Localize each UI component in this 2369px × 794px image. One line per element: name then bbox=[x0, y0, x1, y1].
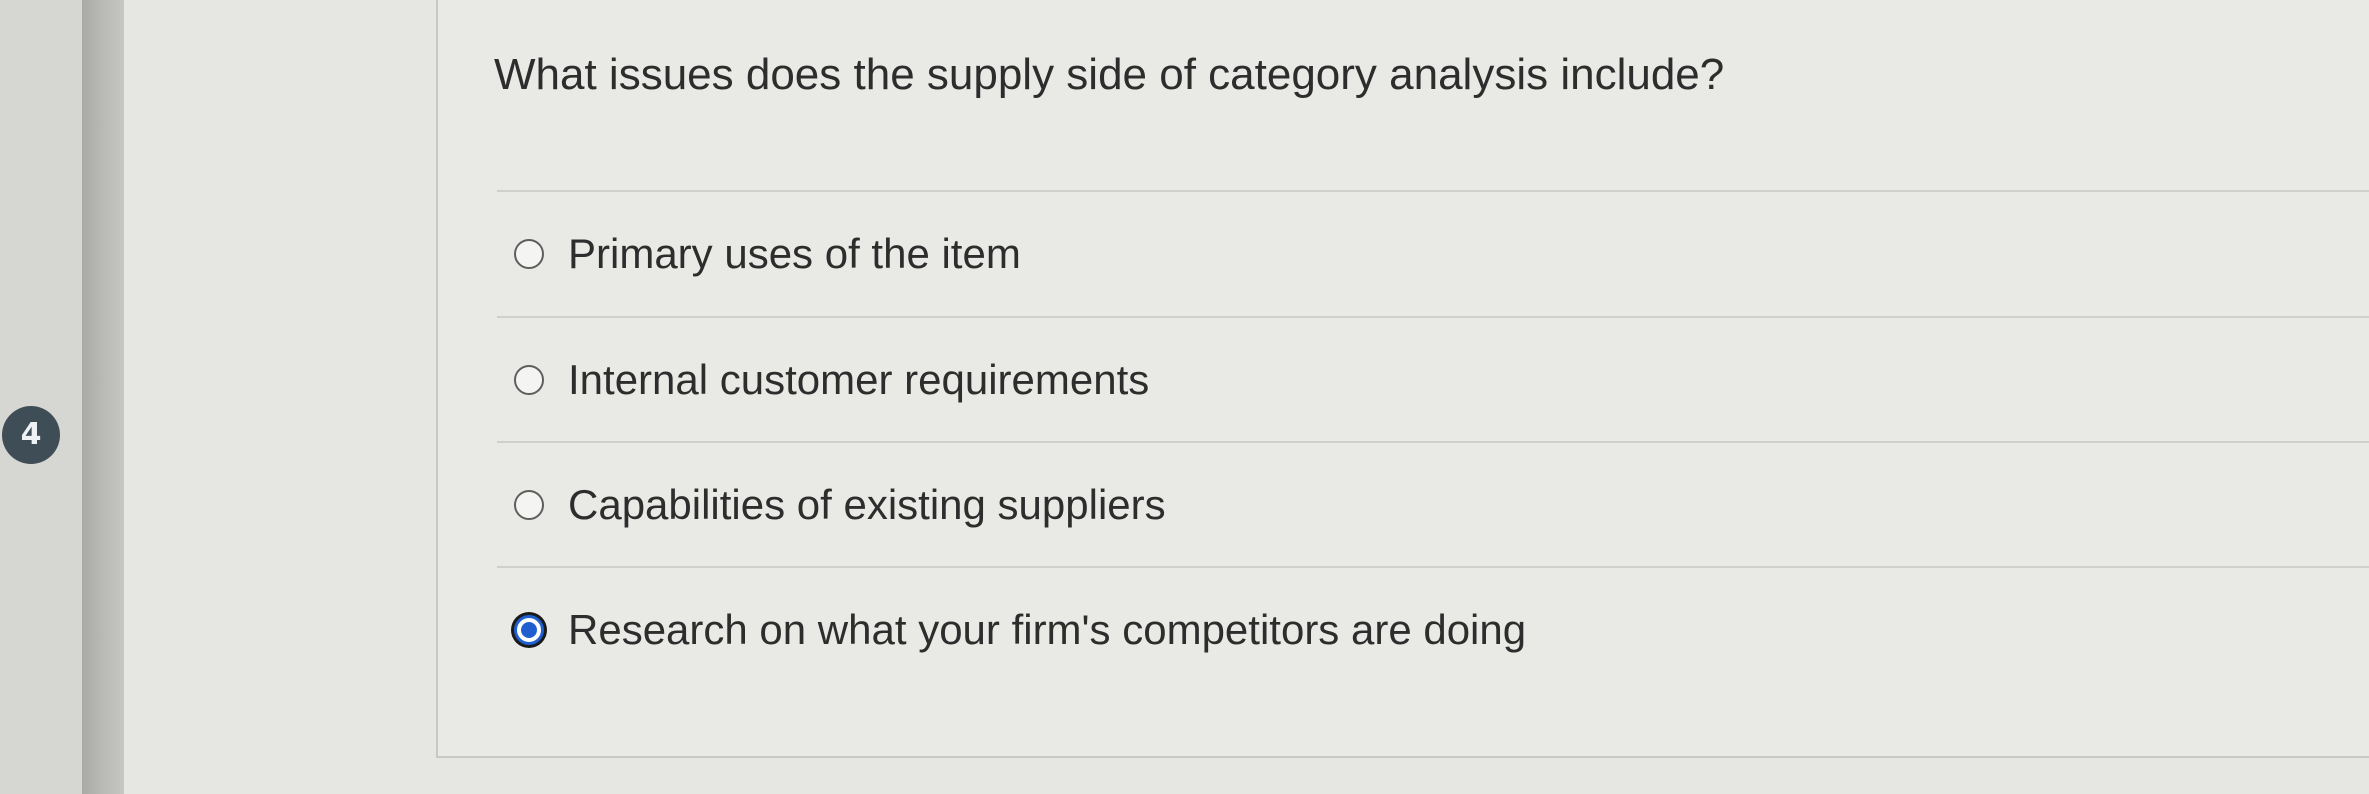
radio-button-selected[interactable] bbox=[514, 615, 544, 645]
radio-button[interactable] bbox=[514, 365, 544, 395]
radio-button[interactable] bbox=[514, 490, 544, 520]
option-label: Internal customer requirements bbox=[568, 356, 1150, 403]
option-label: Capabilities of existing suppliers bbox=[568, 481, 1166, 528]
question-number-badge[interactable]: 4 bbox=[2, 406, 60, 464]
question-prompt: What issues does the supply side of cate… bbox=[494, 50, 1725, 99]
option-divider bbox=[497, 566, 2369, 568]
left-panel bbox=[0, 0, 82, 794]
radio-button[interactable] bbox=[514, 239, 544, 269]
answer-option-existing-suppliers[interactable]: Capabilities of existing suppliers bbox=[497, 462, 2369, 548]
option-divider bbox=[497, 441, 2369, 443]
left-panel-divider bbox=[82, 0, 124, 794]
option-divider bbox=[497, 190, 2369, 192]
option-divider bbox=[497, 316, 2369, 318]
answer-option-primary-uses[interactable]: Primary uses of the item bbox=[497, 211, 2369, 297]
answer-option-internal-customer-requirements[interactable]: Internal customer requirements bbox=[497, 337, 2369, 423]
option-label: Research on what your firm's competitors… bbox=[568, 606, 1527, 653]
answer-option-competitor-research[interactable]: Research on what your firm's competitors… bbox=[497, 587, 2369, 673]
option-label: Primary uses of the item bbox=[568, 230, 1021, 277]
